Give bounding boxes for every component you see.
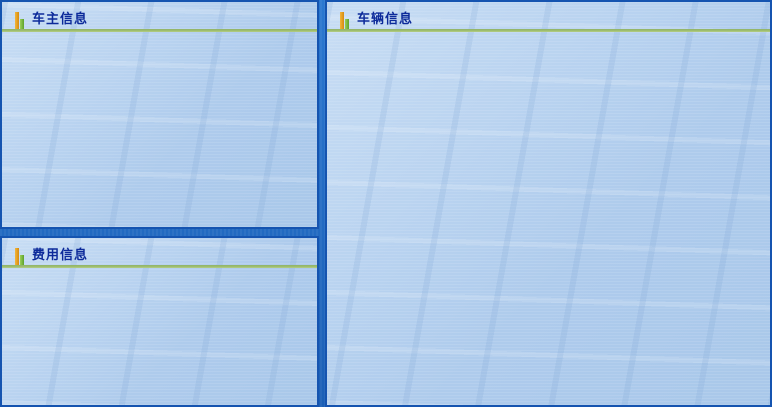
fee-info-header: 费用信息 [2, 238, 317, 268]
bar-chart-icon [12, 248, 28, 267]
fee-info-panel: 费用信息 [0, 236, 319, 407]
vehicle-info-panel: 车辆信息 [325, 0, 772, 407]
bar-chart-icon [12, 12, 28, 31]
bar-chart-icon [337, 12, 353, 31]
owner-info-panel: 车主信息 [0, 0, 319, 229]
vehicle-info-title: 车辆信息 [357, 12, 414, 27]
owner-info-header: 车主信息 [2, 2, 317, 32]
vehicle-info-header: 车辆信息 [327, 2, 770, 32]
header-divider [327, 29, 770, 32]
header-divider [2, 265, 317, 268]
header-divider [2, 29, 317, 32]
fee-info-title: 费用信息 [32, 248, 89, 263]
owner-info-title: 车主信息 [32, 12, 89, 27]
